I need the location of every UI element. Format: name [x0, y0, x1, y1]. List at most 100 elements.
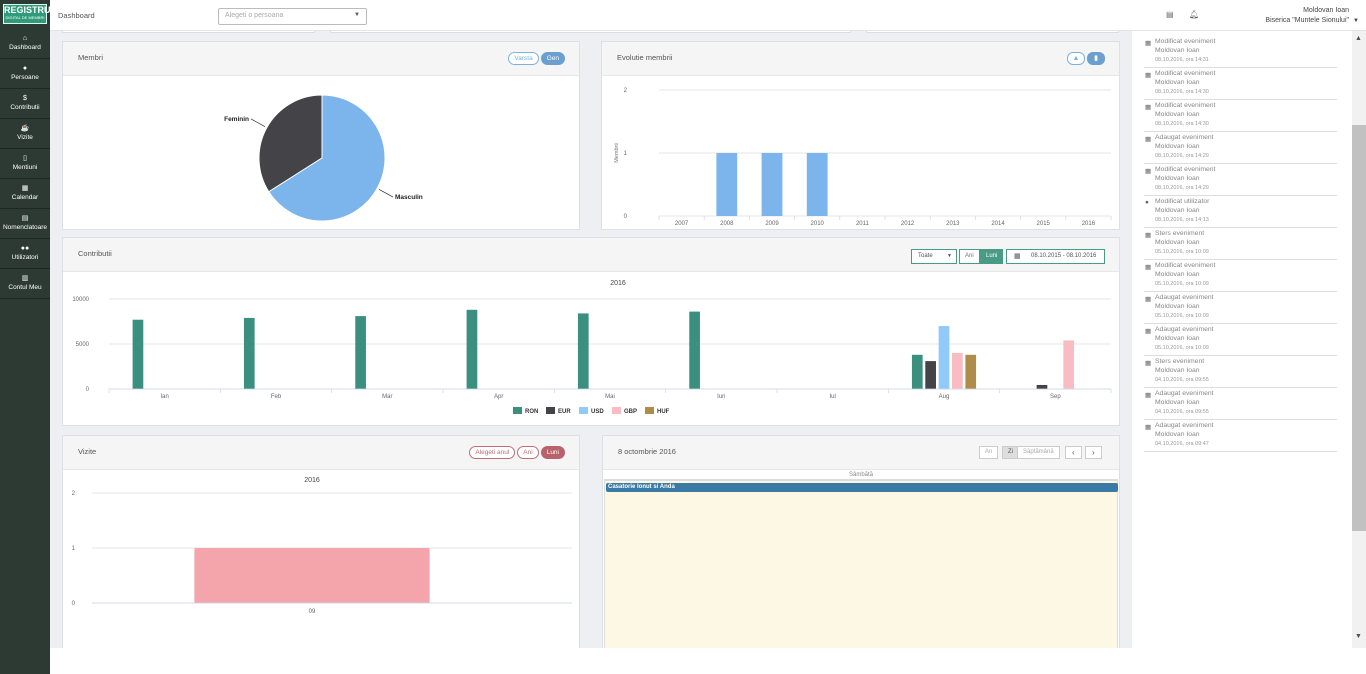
activity-item[interactable]: ▦ Adaugat eveniment Moldovan Ioan 04.10.201…	[1144, 420, 1337, 452]
legend-label: USD	[591, 409, 604, 415]
activity-item[interactable]: ▦ Sters eveniment Moldovan Ioan 04.10.2016,…	[1144, 356, 1337, 388]
sidebar-item-persoane[interactable]: ● Persoane	[0, 59, 50, 89]
x-tick-label: 2009	[765, 221, 779, 227]
bar	[806, 153, 828, 216]
gen-button[interactable]: Gen	[540, 52, 565, 65]
caret-down-icon: ▼	[354, 12, 360, 18]
bar-gbp	[1063, 340, 1075, 389]
sidebar-nav: ⌂ Dashboard ● Persoane $ Contributii ☕ Vizite ▯ M…	[0, 29, 50, 299]
activity-time: 05.10.2016, ora 10:09	[1155, 281, 1209, 287]
scroll-down-icon[interactable]: ▼	[1355, 633, 1362, 640]
sidebar-item-label: Vizite	[17, 134, 33, 141]
calendar-icon: ▦	[1145, 296, 1152, 303]
x-tick-label: 09	[309, 609, 316, 615]
evolutie-title: Evolutie membrii	[617, 53, 673, 62]
x-tick-label: 2008	[720, 221, 734, 227]
legend-label: HUF	[657, 409, 670, 415]
currency-select[interactable]: Toate ▼	[911, 249, 957, 264]
activity-action: Modificat utilizator	[1155, 198, 1210, 205]
activity-item[interactable]: ▦ Modificat eveniment Moldovan Ioan 08.10.2…	[1144, 164, 1337, 196]
vertical-scrollbar[interactable]: ▲ ▼	[1352, 31, 1366, 648]
calendar-day-slot[interactable]: Casatorie Ionut si Anda	[604, 480, 1118, 648]
document-icon: ▯	[23, 155, 27, 162]
activity-item[interactable]: ● Modificat utilizator Moldovan Ioan 08.10.…	[1144, 196, 1337, 228]
bell-icon[interactable]: 🔔︎	[1189, 10, 1199, 19]
vizite-bar-chart: 2016 0 1 2 09	[72, 477, 572, 615]
sidebar-item-calendar[interactable]: ▦ Calendar	[0, 179, 50, 209]
bar-chart-icon[interactable]: ▮	[1087, 52, 1105, 65]
sidebar-item-nomenclatoare[interactable]: ▤ Nomenclatoare	[0, 209, 50, 239]
varsta-button[interactable]: Varsta	[508, 52, 539, 65]
activity-action: Modificat eveniment	[1155, 38, 1216, 45]
y-tick-label: 1	[72, 546, 76, 552]
calendar-prev-button[interactable]: ‹	[1065, 446, 1082, 459]
sidebar-item-contul-meu[interactable]: ▥ Contul Meu	[0, 269, 50, 299]
bar-gbp	[952, 353, 963, 389]
person-select[interactable]: Alegeti o persoana ▼	[218, 8, 367, 25]
activity-user: Moldovan Ioan	[1155, 335, 1200, 342]
x-tick-label: Sep	[1050, 394, 1061, 400]
activity-item[interactable]: ▦ Adaugat eveniment Moldovan Ioan 08.10.201…	[1144, 132, 1337, 164]
date-range-picker[interactable]: ▦ 08.10.2015 - 08.10.2016	[1006, 249, 1105, 264]
luni-button[interactable]: Luni	[980, 249, 1004, 264]
activity-item[interactable]: ▦ Modificat eveniment Moldovan Ioan 05.10.2…	[1144, 260, 1337, 292]
calendar-icon: ▦	[1145, 328, 1152, 335]
sidebar-item-utilizatori[interactable]: ●● Utilizatori	[0, 239, 50, 269]
contributii-panel: Contributii Toate ▼ Ani Luni ▦ 08.10.2015 …	[62, 237, 1120, 426]
activity-action: Modificat eveniment	[1155, 262, 1216, 269]
calendar-week-button[interactable]: Săptămână	[1017, 446, 1060, 459]
activity-time: 08.10.2016, ora 14:30	[1155, 121, 1209, 127]
x-tick-label: Iun	[717, 394, 725, 400]
sidebar-item-dashboard[interactable]: ⌂ Dashboard	[0, 29, 50, 59]
calendar-icon: ▦	[1145, 392, 1152, 399]
activity-user: Moldovan Ioan	[1155, 367, 1200, 374]
activity-feed: ▦ Modificat eveniment Moldovan Ioan 08.10.2…	[1140, 31, 1341, 455]
activity-action: Sters eveniment	[1155, 230, 1205, 237]
activity-action: Adaugat eveniment	[1155, 134, 1214, 141]
user-organization: Biserica "Muntele Sionului"	[1265, 17, 1349, 24]
area-chart-icon[interactable]: ▲	[1067, 52, 1085, 65]
calendar-icon: ▦	[1145, 40, 1152, 47]
sidebar-item-vizite[interactable]: ☕ Vizite	[0, 119, 50, 149]
panel-header: Vizite Alegeti anul Ani Luni	[63, 436, 579, 470]
dollar-icon: $	[23, 95, 27, 102]
scroll-up-icon[interactable]: ▲	[1355, 35, 1362, 42]
activity-user: Moldovan Ioan	[1155, 431, 1200, 438]
pie-label: Masculin	[395, 194, 423, 201]
sidebar-item-contributii[interactable]: $ Contributii	[0, 89, 50, 119]
select-year-button[interactable]: Alegeti anul	[469, 446, 516, 459]
activity-item[interactable]: ▦ Sters eveniment Moldovan Ioan 05.10.2016,…	[1144, 228, 1337, 260]
bar-usd	[938, 326, 950, 389]
calendar-icon: ▦	[1145, 136, 1152, 143]
luni-button[interactable]: Luni	[540, 446, 565, 459]
user-menu[interactable]: Moldovan Ioan Biserica "Muntele Sionului…	[1265, 6, 1359, 26]
activity-item[interactable]: ▦ Modificat eveniment Moldovan Ioan 08.10.2…	[1144, 68, 1337, 100]
sidebar-item-mentiuni[interactable]: ▯ Mentiuni	[0, 149, 50, 179]
sidebar: REGISTRU DIGITAL DE MEMBRI ⌂ Dashboard ● Per…	[0, 0, 51, 674]
calendar-icon: ▦	[1145, 360, 1152, 367]
activity-action: Modificat eveniment	[1155, 102, 1216, 109]
activity-time: 05.10.2016, ora 10:09	[1155, 345, 1209, 351]
x-tick-label: 2007	[675, 221, 689, 227]
date-range-value: 08.10.2015 - 08.10.2016	[1031, 253, 1097, 259]
x-tick-label: Aug	[939, 394, 950, 400]
activity-item[interactable]: ▦ Modificat eveniment Moldovan Ioan 08.10.2…	[1144, 36, 1337, 68]
inbox-icon[interactable]: ▤	[1166, 10, 1174, 19]
activity-item[interactable]: ▦ Adaugat eveniment Moldovan Ioan 05.10.201…	[1144, 324, 1337, 356]
ani-button[interactable]: Ani	[517, 446, 539, 459]
ani-button[interactable]: Ani	[959, 249, 980, 264]
membri-panel: Membri Varsta Gen Feminin Masculin	[62, 41, 580, 230]
scrollbar-thumb[interactable]	[1352, 125, 1366, 531]
calendar-title: 8 octombrie 2016	[618, 447, 676, 456]
calendar-icon: ▦	[21, 185, 29, 192]
y-tick-label: 0	[86, 387, 90, 393]
sidebar-item-label: Dashboard	[9, 44, 41, 51]
calendar-next-button[interactable]: ›	[1085, 446, 1102, 459]
calendar-event[interactable]: Casatorie Ionut si Anda	[606, 483, 1118, 492]
activity-item[interactable]: ▦ Adaugat eveniment Moldovan Ioan 04.10.201…	[1144, 388, 1337, 420]
calendar-year-button[interactable]: An	[979, 446, 999, 459]
activity-item[interactable]: ▦ Modificat eveniment Moldovan Ioan 08.10.2…	[1144, 100, 1337, 132]
calendar-day-view: Sâmbătă Casatorie Ionut si Anda	[604, 470, 1118, 648]
app-logo[interactable]: REGISTRU DIGITAL DE MEMBRI	[3, 4, 51, 24]
activity-item[interactable]: ▦ Adaugat eveniment Moldovan Ioan 05.10.201…	[1144, 292, 1337, 324]
